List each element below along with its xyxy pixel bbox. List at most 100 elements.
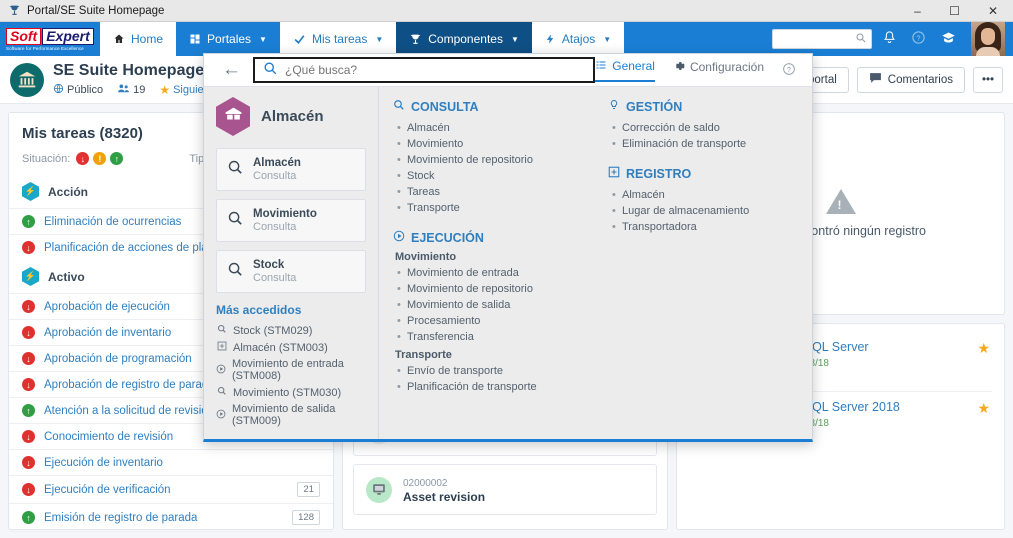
- more-options-button[interactable]: •••: [973, 66, 1003, 93]
- warning-icon: [825, 189, 856, 214]
- shortcut-subtitle: Consulta: [253, 170, 297, 182]
- close-button[interactable]: ✕: [973, 0, 1013, 22]
- bell-icon[interactable]: [882, 30, 897, 48]
- most-accessed-label: Almacén (STM003): [233, 341, 328, 354]
- task-status-icon: ↓: [22, 378, 35, 391]
- chevron-down-icon: ▼: [259, 34, 267, 44]
- most-accessed-item[interactable]: Stock (STM029): [216, 322, 366, 339]
- process-name: Asset revision: [403, 490, 486, 504]
- module-shortcut[interactable]: Movimiento Consulta: [216, 199, 366, 242]
- nav-item-componentes[interactable]: Componentes ▼: [396, 22, 532, 56]
- mega-menu-item[interactable]: Transportadora: [608, 219, 798, 235]
- task-row[interactable]: ↑ Emisión de registro de parada 128: [9, 503, 333, 531]
- mega-menu-item[interactable]: Corrección de saldo: [608, 120, 798, 136]
- help-circle-icon[interactable]: ?: [782, 62, 796, 79]
- mega-search-input[interactable]: [285, 63, 586, 77]
- situacion-filter-overdue[interactable]: ↓: [76, 152, 90, 165]
- situacion-filter-ontime[interactable]: ↑: [110, 152, 124, 165]
- task-row[interactable]: ↓ Ejecución de verificación 21: [9, 475, 333, 503]
- nav-item-atajos[interactable]: Atajos ▼: [531, 22, 625, 56]
- chevron-down-icon: ▼: [375, 34, 384, 44]
- tab-general[interactable]: General: [595, 59, 655, 82]
- shortcut-title: Stock: [253, 259, 285, 271]
- portal-visibility-label: Público: [67, 84, 104, 96]
- search-icon: [216, 386, 227, 399]
- minimize-button[interactable]: –: [899, 0, 936, 22]
- logo-tagline: Software for Performance Excellence: [6, 45, 84, 51]
- most-accessed-item[interactable]: Movimiento de salida (STM009): [216, 401, 366, 429]
- mega-section-header[interactable]: GESTIÓN: [608, 99, 798, 114]
- nav-item-mis-tareas[interactable]: Mis tareas ▼: [279, 22, 397, 56]
- nav-item-componentes-label: Componentes: [428, 32, 503, 46]
- plus-box-icon: [608, 166, 620, 181]
- warehouse-icon: [216, 97, 250, 136]
- mega-section-header[interactable]: CONSULTA: [393, 99, 588, 114]
- chevron-down-icon: ▼: [510, 34, 519, 44]
- task-row[interactable]: ↑Herramientas de software no mapeadas447…: [9, 531, 333, 538]
- mega-menu-item[interactable]: Eliminación de transporte: [608, 136, 798, 152]
- task-count: 128: [292, 510, 320, 525]
- module-shortcut[interactable]: Almacén Consulta: [216, 148, 366, 191]
- favorite-star-icon[interactable]: ★: [977, 340, 990, 357]
- most-accessed-title: Más accedidos: [216, 303, 302, 317]
- tab-configuracion[interactable]: Configuración: [673, 60, 764, 81]
- mega-menu-item[interactable]: Lugar de almacenamiento: [608, 203, 798, 219]
- maximize-button[interactable]: ☐: [936, 0, 973, 22]
- most-accessed-item[interactable]: Movimiento de entrada (STM008): [216, 356, 366, 384]
- mega-column-2: GESTIÓN Corrección de saldoEliminación de…: [608, 99, 798, 427]
- svg-text:?: ?: [787, 66, 791, 73]
- task-status-icon: ↑: [22, 511, 35, 524]
- trophy-icon: [7, 4, 21, 18]
- mega-section-header[interactable]: REGISTRO: [608, 166, 798, 181]
- search-icon: [216, 324, 227, 337]
- mega-search-field[interactable]: [253, 57, 596, 83]
- mega-menu-item[interactable]: Almacén: [393, 120, 588, 136]
- situacion-filter-warning[interactable]: !: [93, 152, 107, 165]
- most-accessed-item[interactable]: Almacén (STM003): [216, 339, 366, 356]
- mega-menu-item[interactable]: Procesamiento: [393, 313, 588, 329]
- favorite-star-icon[interactable]: ★: [977, 400, 990, 417]
- arrow-left-icon[interactable]: ←: [214, 59, 249, 81]
- process-card[interactable]: 02000002 Asset revision: [353, 464, 657, 515]
- nav-item-portales[interactable]: Portales ▼: [176, 22, 280, 56]
- mega-menu-item[interactable]: Movimiento de salida: [393, 297, 588, 313]
- most-accessed-item[interactable]: Movimiento (STM030): [216, 384, 366, 401]
- mega-menu-item[interactable]: Transporte: [393, 200, 588, 216]
- ellipsis-icon: •••: [981, 73, 995, 86]
- mega-menu-item[interactable]: Movimiento de repositorio: [393, 281, 588, 297]
- play-circle-icon: [216, 364, 226, 377]
- help-icon[interactable]: ?: [911, 30, 926, 48]
- mega-menu-item[interactable]: Envío de transporte: [393, 363, 588, 379]
- mega-menu-item[interactable]: Movimiento: [393, 136, 588, 152]
- most-accessed-list: Stock (STM029) Almacén (STM003) Movimiento…: [216, 322, 366, 429]
- mega-menu-item[interactable]: Movimiento de repositorio: [393, 152, 588, 168]
- mega-section-title: REGISTRO: [626, 166, 692, 181]
- task-row[interactable]: ↓ Ejecución de inventario: [9, 449, 333, 475]
- mega-menu-item[interactable]: Almacén: [608, 187, 798, 203]
- global-search-input[interactable]: [772, 29, 872, 49]
- mega-menu-item[interactable]: Tareas: [393, 184, 588, 200]
- page-title: SE Suite Homepage i: [53, 62, 222, 80]
- mega-menu-item[interactable]: Planificación de transporte: [393, 379, 588, 395]
- mega-section-header[interactable]: EJECUCIÓN: [393, 230, 588, 245]
- nav-item-atajos-label: Atajos: [561, 32, 596, 46]
- check-icon: [293, 33, 306, 46]
- mega-menu-item[interactable]: Movimiento de entrada: [393, 265, 588, 281]
- nav-item-home[interactable]: Home: [100, 22, 177, 56]
- portal-members[interactable]: 19: [117, 83, 145, 97]
- module-shortcut[interactable]: Stock Consulta: [216, 250, 366, 293]
- softexpert-logo[interactable]: Soft Expert Software for Performance Exc…: [0, 22, 100, 56]
- home-icon: [113, 33, 125, 45]
- task-count: 21: [297, 482, 320, 497]
- comments-button[interactable]: Comentarios: [856, 66, 965, 93]
- portal-visibility[interactable]: Público: [53, 83, 103, 97]
- module-shortcuts: Almacén Consulta Movimiento Consulta Stock Co…: [216, 148, 366, 293]
- user-avatar[interactable]: [971, 22, 1005, 56]
- module-name: Almacén: [261, 108, 324, 125]
- logo-soft-text: Soft: [6, 27, 42, 45]
- mega-menu-item[interactable]: Transferencia: [393, 329, 588, 345]
- situacion-filter-group: ↓ ! ↑: [76, 152, 124, 165]
- mega-menu-item[interactable]: Stock: [393, 168, 588, 184]
- graduation-cap-icon[interactable]: [940, 30, 957, 48]
